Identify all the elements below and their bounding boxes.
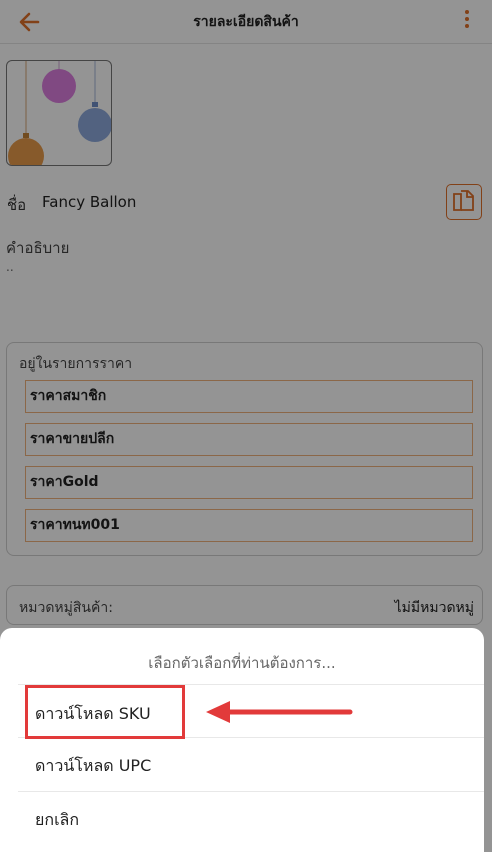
cancel-option[interactable]: ยกเลิก (35, 808, 79, 833)
divider (18, 791, 484, 792)
annotation-highlight-box (25, 685, 185, 739)
download-upc-option[interactable]: ดาวน์โหลด UPC (35, 754, 151, 779)
action-sheet: เลือกตัวเลือกที่ท่านต้องการ... ดาวน์โหลด… (0, 628, 484, 852)
annotation-arrow-icon (206, 701, 353, 723)
action-sheet-title: เลือกตัวเลือกที่ท่านต้องการ... (148, 654, 336, 672)
